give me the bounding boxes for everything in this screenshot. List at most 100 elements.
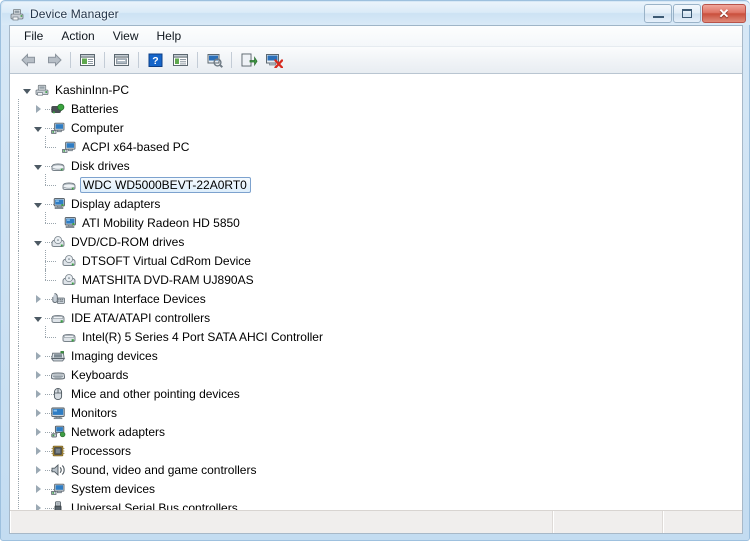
menu-bar: File Action View Help xyxy=(10,26,742,47)
window-controls: ✕ xyxy=(644,4,746,23)
title-bar[interactable]: Device Manager ✕ xyxy=(2,2,750,25)
minimize-button[interactable] xyxy=(644,4,672,23)
minimize-icon xyxy=(652,13,664,18)
tree-node[interactable]: Universal Serial Bus controllers xyxy=(10,497,742,511)
tree-guide-line xyxy=(18,174,29,195)
tree-node[interactable]: System devices xyxy=(10,478,742,499)
tree-node-label: Universal Serial Bus controllers xyxy=(71,500,238,511)
update-driver-button[interactable] xyxy=(236,48,261,72)
scan-for-hardware-changes-button[interactable] xyxy=(202,48,227,72)
optical-drive-icon xyxy=(50,234,66,250)
expand-arrow-closed-icon[interactable] xyxy=(29,101,45,117)
menu-action[interactable]: Action xyxy=(52,27,103,46)
tree-guide-line xyxy=(18,250,29,271)
tree-node[interactable]: Disk drives xyxy=(10,155,742,176)
battery-icon xyxy=(50,101,66,117)
display-adapter-icon xyxy=(50,196,66,212)
sound-controller-icon xyxy=(50,462,66,478)
tree-guide-line xyxy=(18,459,29,480)
ide-controller-icon xyxy=(61,329,77,345)
tree-guide-line xyxy=(18,383,29,404)
tree-node-label: Disk drives xyxy=(71,158,130,173)
expand-arrow-closed-icon[interactable] xyxy=(29,348,45,364)
tree-node[interactable]: ACPI x64-based PC xyxy=(10,135,742,157)
window-title: Device Manager xyxy=(30,6,119,21)
tree-node-label: Human Interface Devices xyxy=(71,291,206,306)
tree-guide-line xyxy=(18,155,29,176)
close-button[interactable]: ✕ xyxy=(702,4,746,23)
tree-node-label: IDE ATA/ATAPI controllers xyxy=(71,310,211,325)
tree-node[interactable]: KashinInn-PC xyxy=(10,80,742,99)
tree-node[interactable]: Mice and other pointing devices xyxy=(10,383,742,404)
tree-node[interactable]: Computer xyxy=(10,117,742,138)
properties-button[interactable] xyxy=(109,48,134,72)
expand-arrow-closed-icon[interactable] xyxy=(29,386,45,402)
client-area: File Action View Help ? KashinInn-PC Bat… xyxy=(9,25,743,534)
expand-arrow-open-icon[interactable] xyxy=(18,82,34,98)
expand-arrow-open-icon[interactable] xyxy=(29,234,45,250)
forward-arrow-icon xyxy=(47,53,62,67)
close-icon: ✕ xyxy=(718,6,730,21)
tree-guide-line xyxy=(18,421,29,442)
device-tree[interactable]: KashinInn-PC Batteries Computer ACPI x64-ba… xyxy=(10,74,742,510)
tree-guide-elbow xyxy=(45,268,61,288)
expand-arrow-closed-icon[interactable] xyxy=(29,405,45,421)
mouse-icon xyxy=(50,386,66,402)
expand-arrow-open-icon[interactable] xyxy=(29,120,45,136)
tree-guide-line xyxy=(18,345,29,366)
tree-node[interactable]: MATSHITA DVD-RAM UJ890AS xyxy=(10,268,742,290)
maximize-button[interactable] xyxy=(673,4,701,23)
back-button[interactable] xyxy=(16,48,41,72)
expand-arrow-closed-icon[interactable] xyxy=(29,291,45,307)
tree-node-label: Sound, video and game controllers xyxy=(71,462,257,477)
tree-node[interactable]: Intel(R) 5 Series 4 Port SATA AHCI Contr… xyxy=(10,325,742,347)
expand-arrow-open-icon[interactable] xyxy=(29,196,45,212)
tree-node[interactable]: Network adapters xyxy=(10,421,742,442)
menu-help[interactable]: Help xyxy=(148,27,191,46)
status-bar xyxy=(10,510,742,533)
expand-arrow-open-icon[interactable] xyxy=(29,310,45,326)
toolbar-separator xyxy=(138,52,139,68)
uninstall-button[interactable] xyxy=(261,48,286,72)
tree-guide-elbow xyxy=(45,173,61,193)
tree-node-label: MATSHITA DVD-RAM UJ890AS xyxy=(82,272,254,287)
tree-guide-line xyxy=(18,364,29,385)
menu-view[interactable]: View xyxy=(104,27,148,46)
tree-node[interactable]: Display adapters xyxy=(10,193,742,214)
tree-node[interactable]: Keyboards xyxy=(10,364,742,385)
forward-button[interactable] xyxy=(41,48,66,72)
show-hide-console-tree-button[interactable] xyxy=(75,48,100,72)
tree-node-label: Processors xyxy=(71,443,132,458)
expand-arrow-closed-icon[interactable] xyxy=(29,481,45,497)
expand-arrow-closed-icon[interactable] xyxy=(29,462,45,478)
tree-node[interactable]: ATI Mobility Radeon HD 5850 xyxy=(10,211,742,233)
toolbar-separator xyxy=(231,52,232,68)
tree-node[interactable]: Human Interface Devices xyxy=(10,288,742,309)
tree-node[interactable]: IDE ATA/ATAPI controllers xyxy=(10,307,742,328)
menu-file[interactable]: File xyxy=(15,27,52,46)
tree-node-label: WDC WD5000BEVT-22A0RT0 xyxy=(80,176,251,193)
tree-node-label: KashinInn-PC xyxy=(55,82,130,97)
help-button[interactable]: ? xyxy=(143,48,168,72)
tree-node[interactable]: DVD/CD-ROM drives xyxy=(10,231,742,252)
expand-arrow-open-icon[interactable] xyxy=(29,158,45,174)
tree-node[interactable]: Batteries xyxy=(10,98,742,119)
expand-arrow-closed-icon[interactable] xyxy=(29,424,45,440)
expand-arrow-closed-icon[interactable] xyxy=(29,367,45,383)
tree-node[interactable]: Processors xyxy=(10,440,742,461)
tree-node-label: DVD/CD-ROM drives xyxy=(71,234,185,249)
tree-node-label: Computer xyxy=(71,120,124,135)
expand-arrow-closed-icon[interactable] xyxy=(29,443,45,459)
tree-node-label: Mice and other pointing devices xyxy=(71,386,240,401)
tree-node[interactable]: Sound, video and game controllers xyxy=(10,459,742,480)
tree-node[interactable]: DTSOFT Virtual CdRom Device xyxy=(10,249,742,272)
computer-icon xyxy=(61,139,77,155)
tree-node[interactable]: Imaging devices xyxy=(10,345,742,366)
disk-drive-icon xyxy=(50,158,66,174)
view-button[interactable] xyxy=(168,48,193,72)
expand-arrow-closed-icon[interactable] xyxy=(29,500,45,511)
tree-node[interactable]: WDC WD5000BEVT-22A0RT0 xyxy=(10,173,742,195)
tree-node[interactable]: Monitors xyxy=(10,402,742,423)
console-tree-icon xyxy=(80,54,95,66)
